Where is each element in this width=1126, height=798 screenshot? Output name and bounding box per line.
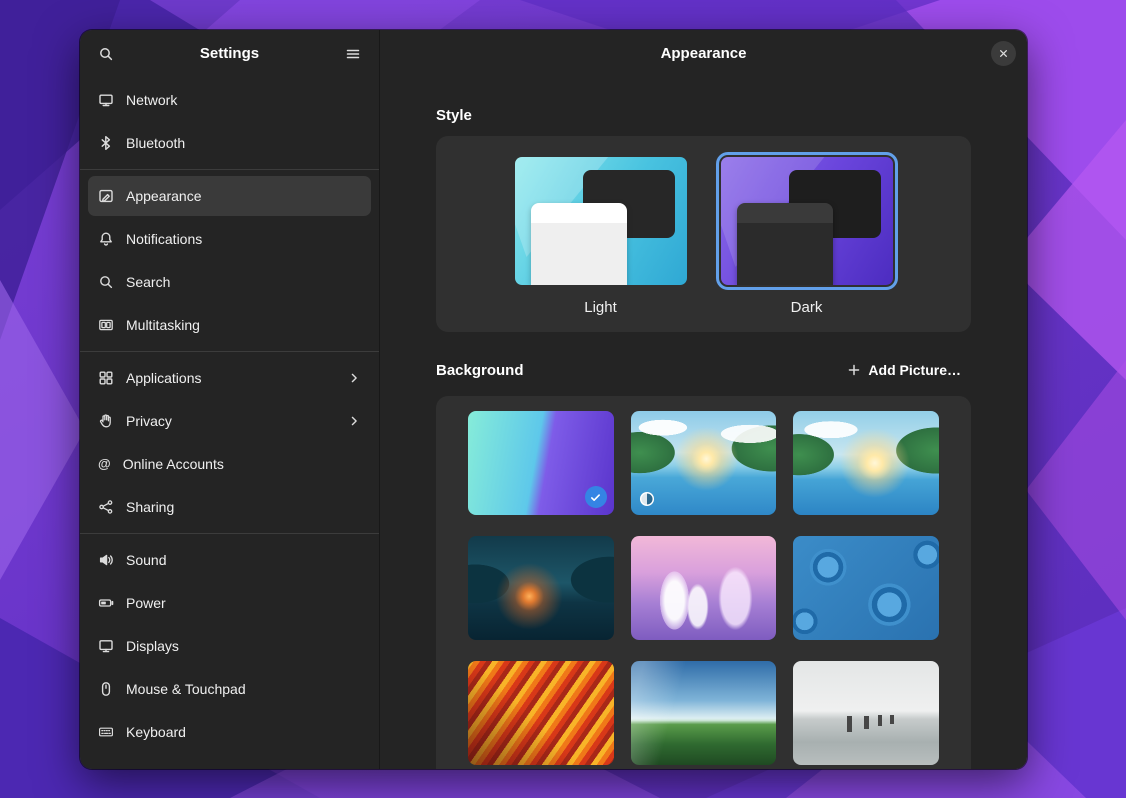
sidebar-item-sound[interactable]: Sound: [88, 540, 371, 580]
sidebar-item-online-accounts[interactable]: @ Online Accounts: [88, 444, 371, 484]
main-headerbar[interactable]: Appearance: [380, 30, 1027, 77]
main-menu-button[interactable]: [335, 37, 371, 71]
sidebar-item-appearance[interactable]: Appearance: [88, 176, 371, 216]
sidebar-list: Network Bluetooth Appearance Notific: [80, 77, 379, 763]
sidebar-item-label: Power: [126, 595, 361, 611]
style-card: Light Dark: [436, 136, 971, 332]
bluetooth-icon: [98, 135, 114, 151]
mouse-icon: [98, 681, 114, 697]
appearance-content: Style Light: [380, 77, 1027, 769]
wallpaper-thumbnail-day-landscape[interactable]: [793, 411, 939, 515]
sidebar-separator: [80, 351, 379, 352]
wallpaper-thumbnail-blue-knots[interactable]: [793, 536, 939, 640]
wallpaper-thumbnail-foggy-pier[interactable]: [793, 661, 939, 765]
plus-icon: [847, 363, 861, 377]
dark-option-label: Dark: [791, 299, 823, 316]
background-card: [436, 396, 971, 769]
sidebar-item-network[interactable]: Network: [88, 80, 371, 120]
network-icon: [98, 92, 114, 108]
sidebar-item-label: Search: [126, 274, 361, 290]
sidebar-item-multitasking[interactable]: Multitasking: [88, 305, 371, 345]
keyboard-icon: [98, 724, 114, 740]
wallpaper-facet: [0, 280, 85, 580]
background-section-header: Background Add Picture…: [436, 356, 971, 384]
wallpaper-thumbnail-green-field[interactable]: [631, 661, 777, 765]
sidebar-item-label: Appearance: [126, 188, 361, 204]
sidebar-item-search[interactable]: Search: [88, 262, 371, 302]
sidebar-headerbar[interactable]: Settings: [80, 30, 379, 77]
sidebar-item-mouse-touchpad[interactable]: Mouse & Touchpad: [88, 669, 371, 709]
search-button[interactable]: [88, 37, 124, 71]
sidebar-item-label: Mouse & Touchpad: [126, 681, 361, 697]
dark-theme-preview: [721, 157, 893, 285]
light-theme-preview: [515, 157, 687, 285]
sidebar-item-applications[interactable]: Applications: [88, 358, 371, 398]
close-icon: [997, 47, 1010, 60]
search-icon: [98, 274, 114, 290]
sound-icon: [98, 552, 114, 568]
mock-window-front: [737, 203, 833, 285]
appearance-panel: Appearance Style Light: [380, 30, 1027, 769]
sidebar-item-label: Bluetooth: [126, 135, 361, 151]
applications-icon: [98, 370, 114, 386]
search-icon: [98, 46, 114, 62]
style-section-title: Style: [436, 107, 971, 124]
style-option-dark[interactable]: Dark: [716, 152, 898, 316]
sidebar-item-bluetooth[interactable]: Bluetooth: [88, 123, 371, 163]
sidebar: Settings Network Bluetooth: [80, 30, 380, 769]
sidebar-item-notifications[interactable]: Notifications: [88, 219, 371, 259]
selected-check-badge: [585, 486, 607, 508]
sidebar-item-sharing[interactable]: Sharing: [88, 487, 371, 527]
privacy-hand-icon: [98, 413, 114, 429]
multitasking-icon: [98, 317, 114, 333]
page-title: Appearance: [661, 45, 747, 62]
add-picture-label: Add Picture…: [868, 362, 961, 378]
chevron-right-icon: [347, 414, 361, 428]
sidebar-separator: [80, 169, 379, 170]
sidebar-item-label: Sharing: [126, 499, 361, 515]
sidebar-item-label: Sound: [126, 552, 361, 568]
chevron-right-icon: [347, 371, 361, 385]
sidebar-item-label: Multitasking: [126, 317, 361, 333]
wallpaper-thumbnail-night-landscape[interactable]: [468, 536, 614, 640]
wallpaper-facet: [1026, 360, 1126, 620]
wallpaper-thumbnail-gnome-default[interactable]: [468, 411, 614, 515]
sidebar-item-label: Online Accounts: [123, 456, 361, 472]
time-of-day-slideshow-icon: [639, 491, 655, 507]
sidebar-item-label: Network: [126, 92, 361, 108]
sidebar-item-label: Displays: [126, 638, 361, 654]
sidebar-item-label: Keyboard: [126, 724, 361, 740]
hamburger-menu-icon: [345, 46, 361, 62]
wallpaper-thumbnail-morning-landscape[interactable]: [631, 411, 777, 515]
appearance-icon: [98, 188, 114, 204]
sharing-icon: [98, 499, 114, 515]
style-option-light[interactable]: Light: [510, 152, 692, 316]
sidebar-item-power[interactable]: Power: [88, 583, 371, 623]
sidebar-title: Settings: [124, 45, 335, 62]
sidebar-item-label: Applications: [126, 370, 335, 386]
close-button[interactable]: [991, 41, 1016, 66]
power-battery-icon: [98, 595, 114, 611]
sidebar-item-keyboard[interactable]: Keyboard: [88, 712, 371, 752]
mock-window-front: [531, 203, 627, 285]
online-accounts-icon: @: [98, 456, 111, 472]
sidebar-item-displays[interactable]: Displays: [88, 626, 371, 666]
wallpaper-thumbnail-woven-fabric[interactable]: [468, 661, 614, 765]
add-picture-button[interactable]: Add Picture…: [837, 356, 971, 384]
sidebar-item-privacy[interactable]: Privacy: [88, 401, 371, 441]
wallpaper-thumbnail-winter-sunset[interactable]: [631, 536, 777, 640]
settings-window: Settings Network Bluetooth: [80, 30, 1027, 769]
wallpaper-grid: [468, 411, 939, 765]
displays-icon: [98, 638, 114, 654]
light-option-label: Light: [584, 299, 617, 316]
light-selection-frame: [510, 152, 692, 290]
background-section-title: Background: [436, 362, 524, 379]
notifications-icon: [98, 231, 114, 247]
dark-selection-frame: [716, 152, 898, 290]
sidebar-item-label: Notifications: [126, 231, 361, 247]
sidebar-separator: [80, 533, 379, 534]
sidebar-item-label: Privacy: [126, 413, 335, 429]
